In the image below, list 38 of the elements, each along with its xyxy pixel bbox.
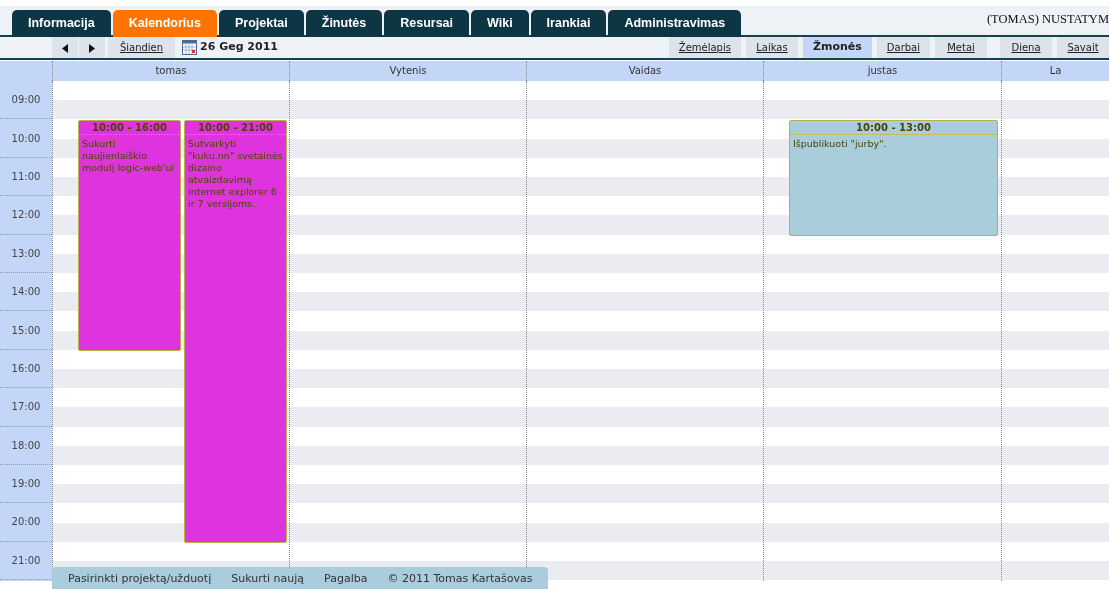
view-tab[interactable]: Žmonės: [802, 37, 872, 58]
copyright-text: © 2011 Tomas Kartašovas: [387, 570, 533, 587]
column-header: Vytenis: [289, 61, 526, 81]
view-tab[interactable]: Laikas: [745, 37, 798, 58]
event-time: 10:00 - 13:00: [790, 121, 997, 136]
nav-tab[interactable]: Resursai: [384, 10, 469, 37]
event-title: Sutvarkyti "kuku.nn" svetainės dizaino atvaizdavimą internet explorer 6 ir 7 versijoms.: [187, 137, 284, 212]
event-title: Sukurti naujienlaiškio modulį logic-web'ui: [81, 137, 176, 176]
left-arrow-icon: [62, 43, 68, 53]
footer-link[interactable]: Pasirinkti projektą/užduotį: [68, 570, 212, 588]
event-time: 10:00 - 16:00: [79, 121, 180, 136]
nav-tab[interactable]: Administravimas: [608, 10, 742, 37]
nav-tab[interactable]: Informacija: [12, 10, 111, 37]
column-header: La: [1001, 61, 1109, 81]
footer-link[interactable]: Sukurti naują: [231, 570, 305, 588]
view-tab[interactable]: Metai: [935, 37, 987, 58]
period-tab[interactable]: Diena: [1000, 37, 1052, 58]
next-button[interactable]: [79, 37, 105, 58]
nav-tab[interactable]: Irankiai: [530, 10, 607, 37]
previous-button[interactable]: [52, 37, 78, 58]
user-settings-link[interactable]: (TOMAS) NUSTATYM: [986, 6, 1109, 35]
calendar-icon[interactable]: [182, 40, 197, 55]
date-label: 26 Geg 2011: [200, 39, 278, 56]
event-time: 10:00 - 21:00: [185, 121, 286, 136]
view-tab[interactable]: Darbai: [876, 37, 930, 58]
view-tab[interactable]: Žemėlapis: [668, 37, 741, 58]
column-header: justas: [763, 61, 1001, 81]
footer-link[interactable]: Pagalba: [324, 570, 368, 588]
today-button[interactable]: Šiandien: [108, 37, 175, 58]
nav-tab[interactable]: Žinutės: [305, 10, 383, 37]
column-header: tomas: [52, 61, 289, 81]
event-title: Išpublikuoti "jurby".: [792, 137, 888, 152]
event-card[interactable]: 10:00 - 13:00 Išpublikuoti "jurby".: [789, 120, 998, 236]
nav-tab[interactable]: Projektai: [218, 10, 304, 37]
nav-tab[interactable]: Wiki: [471, 10, 529, 37]
period-tab[interactable]: Savait: [1057, 37, 1109, 58]
right-arrow-icon: [89, 43, 95, 53]
column-header: Vaidas: [526, 61, 763, 81]
